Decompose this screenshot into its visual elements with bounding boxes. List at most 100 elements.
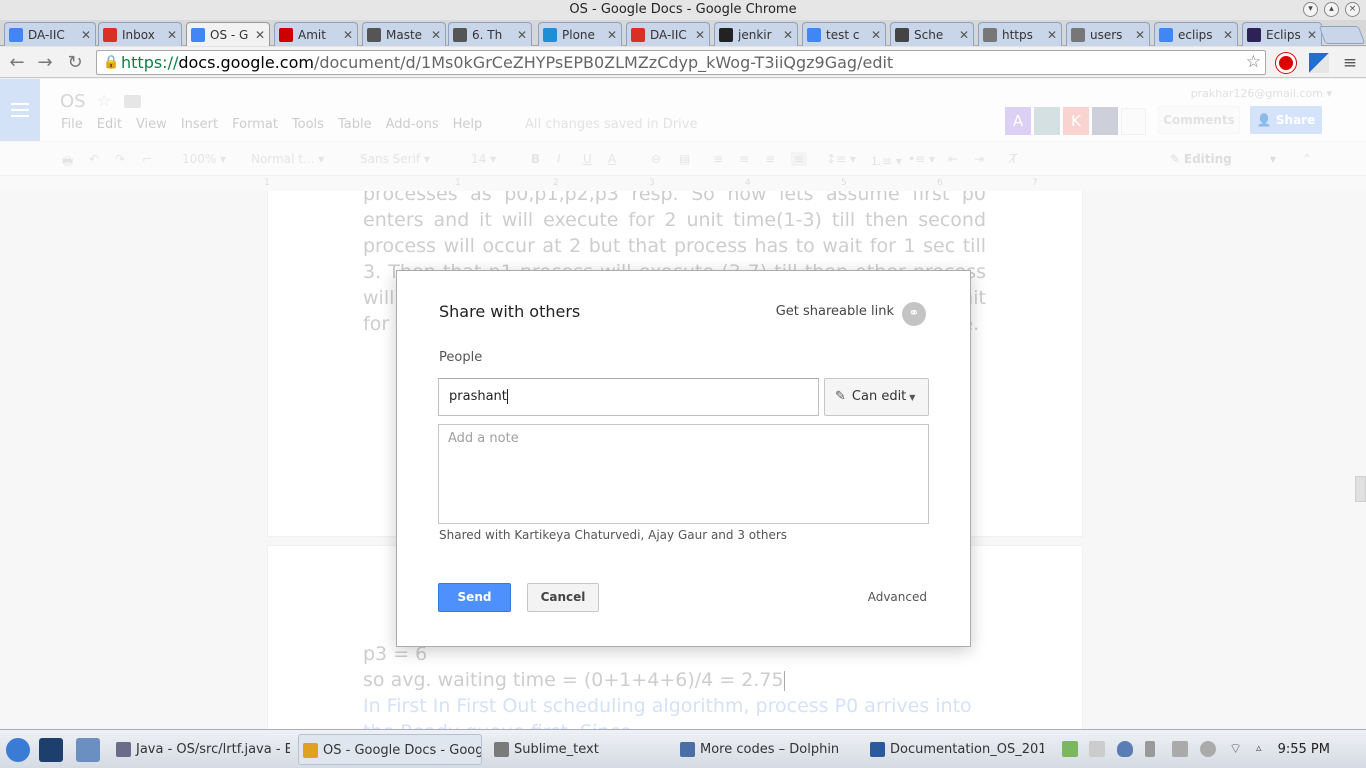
pencil-icon: ✎ bbox=[835, 389, 846, 404]
maximize-button[interactable]: ▴ bbox=[1324, 2, 1339, 17]
google-icon bbox=[9, 27, 23, 42]
permission-dropdown[interactable]: ✎ Can edit ▼ bbox=[824, 378, 929, 416]
task-label: OS - Google Docs - Goog bbox=[323, 743, 482, 758]
shared-with-text[interactable]: Shared with Kartikeya Chaturvedi, Ajay G… bbox=[439, 528, 787, 542]
chevron-down-icon: ▼ bbox=[909, 393, 916, 402]
tab-8[interactable]: jenkir ✕ bbox=[714, 22, 798, 46]
note-textarea[interactable]: Add a note bbox=[438, 424, 929, 524]
send-button[interactable]: Send bbox=[438, 583, 511, 612]
close-tab-icon[interactable]: ✕ bbox=[871, 28, 881, 42]
start-menu-icon[interactable] bbox=[6, 738, 30, 762]
youtube-icon bbox=[279, 27, 293, 42]
tab-label: jenkir bbox=[738, 27, 772, 42]
close-tab-icon[interactable]: ✕ bbox=[783, 28, 793, 42]
taskbar: Java - OS/src/lrtf.java - Ec OS - Google … bbox=[0, 729, 1366, 768]
clipboard-icon[interactable] bbox=[1089, 741, 1105, 757]
extension-icon[interactable] bbox=[1309, 53, 1329, 73]
task-label: Sublime_text bbox=[514, 742, 599, 757]
close-tab-icon[interactable]: ✕ bbox=[959, 28, 969, 42]
close-tab-icon[interactable]: ✕ bbox=[255, 28, 265, 42]
tab-3[interactable]: Amit ✕ bbox=[274, 22, 358, 46]
tab-9[interactable]: test c ✕ bbox=[802, 22, 886, 46]
taskbar-task[interactable]: Documentation_OS_2012 bbox=[866, 734, 1044, 765]
close-tab-icon[interactable]: ✕ bbox=[343, 28, 353, 42]
volume-icon[interactable] bbox=[1172, 741, 1188, 757]
close-tab-icon[interactable]: ✕ bbox=[167, 28, 177, 42]
url-host: docs.google.com bbox=[178, 53, 314, 72]
shareable-link-text: Get shareable link bbox=[775, 304, 894, 319]
link-icon[interactable]: ⚭ bbox=[902, 302, 926, 326]
back-icon[interactable]: ← bbox=[6, 52, 28, 74]
people-input[interactable]: prashant bbox=[438, 378, 819, 416]
close-tab-icon[interactable]: ✕ bbox=[517, 28, 527, 42]
tab-strip: DA-IIC ✕ Inbox ✕ OS - G ✕ Amit ✕ Maste ✕ 6. Th ✕ Plo… bbox=[0, 20, 1366, 46]
close-tab-icon[interactable]: ✕ bbox=[695, 28, 705, 42]
tab-4[interactable]: Maste ✕ bbox=[362, 22, 446, 46]
tab-14[interactable]: Eclips ✕ bbox=[1242, 22, 1322, 46]
close-tab-icon[interactable]: ✕ bbox=[1047, 28, 1057, 42]
close-tab-icon[interactable]: ✕ bbox=[1135, 28, 1145, 42]
tab-label: test c bbox=[826, 27, 860, 42]
new-tab-button[interactable] bbox=[1318, 26, 1366, 44]
tab-11[interactable]: https ✕ bbox=[978, 22, 1062, 46]
close-tab-icon[interactable]: ✕ bbox=[81, 28, 91, 42]
advanced-link[interactable]: Advanced bbox=[868, 590, 927, 604]
share-dialog: Share with others Get shareable link ⚭ P… bbox=[396, 270, 971, 647]
tab-label: https bbox=[1002, 27, 1033, 42]
tab-label: Amit bbox=[298, 27, 326, 42]
taskbar-task[interactable]: Java - OS/src/lrtf.java - Ec bbox=[112, 734, 290, 765]
tab-10[interactable]: Sche ✕ bbox=[890, 22, 974, 46]
taskbar-task[interactable]: Sublime_text bbox=[490, 734, 666, 765]
tab-label: users bbox=[1090, 27, 1123, 42]
tab-label: DA-IIC bbox=[650, 27, 687, 42]
forward-icon[interactable]: → bbox=[34, 52, 56, 74]
clock[interactable]: 9:55 PM bbox=[1278, 742, 1330, 757]
tray-expand-icon[interactable]: ▵ bbox=[1256, 741, 1272, 757]
tab-0[interactable]: DA-IIC ✕ bbox=[4, 22, 96, 46]
gmail-icon bbox=[103, 27, 117, 42]
tab-label: Maste bbox=[386, 27, 423, 42]
url-path: /document/d/1Ms0kGrCeZHYPsEPB0ZLMZzCdyp_… bbox=[313, 53, 894, 72]
wifi-icon[interactable]: ⌔ bbox=[1229, 741, 1245, 757]
tab-13[interactable]: eclips ✕ bbox=[1154, 22, 1238, 46]
battery-icon[interactable] bbox=[1145, 741, 1155, 757]
tab-label: Sche bbox=[914, 27, 944, 42]
reload-icon[interactable]: ↻ bbox=[64, 52, 86, 74]
tab-12[interactable]: users ✕ bbox=[1066, 22, 1150, 46]
chrome-menu-icon[interactable]: ≡ bbox=[1340, 53, 1360, 73]
tab-6[interactable]: Plone ✕ bbox=[538, 22, 622, 46]
cancel-button[interactable]: Cancel bbox=[527, 583, 599, 612]
scrollbar-thumb[interactable] bbox=[1355, 476, 1366, 502]
address-bar[interactable]: 🔒 https://docs.google.com/document/d/1Ms0… bbox=[96, 50, 1266, 75]
tab-5[interactable]: 6. Th ✕ bbox=[448, 22, 532, 46]
input-caret bbox=[506, 389, 508, 404]
close-window-button[interactable]: × bbox=[1345, 2, 1360, 17]
bookmark-star-icon[interactable]: ☆ bbox=[1246, 51, 1261, 74]
show-desktop-icon[interactable] bbox=[39, 738, 63, 762]
tab-label: eclips bbox=[1178, 27, 1213, 42]
tab-label: Plone bbox=[562, 27, 595, 42]
network-icon[interactable] bbox=[1200, 741, 1216, 757]
close-tab-icon[interactable]: ✕ bbox=[1307, 28, 1317, 42]
tab-7[interactable]: DA-IIC ✕ bbox=[626, 22, 710, 46]
window-title: OS - Google Docs - Google Chrome bbox=[569, 2, 797, 17]
people-input-value: prashant bbox=[449, 389, 507, 404]
tab-1[interactable]: Inbox ✕ bbox=[98, 22, 182, 46]
taskbar-task[interactable]: More codes – Dolphin bbox=[676, 734, 858, 765]
close-tab-icon[interactable]: ✕ bbox=[607, 28, 617, 42]
minimize-button[interactable]: ▾ bbox=[1303, 2, 1318, 17]
tray-app-icon[interactable] bbox=[1062, 741, 1078, 757]
github-icon bbox=[719, 27, 733, 42]
taskbar-task[interactable]: OS - Google Docs - Goog bbox=[298, 734, 482, 765]
people-label: People bbox=[439, 350, 483, 365]
tab-2[interactable]: OS - G ✕ bbox=[186, 22, 270, 46]
shield-icon[interactable] bbox=[1117, 741, 1133, 757]
close-tab-icon[interactable]: ✕ bbox=[1223, 28, 1233, 42]
adblock-icon[interactable] bbox=[1276, 53, 1296, 73]
file-manager-icon[interactable] bbox=[76, 738, 100, 762]
writer-icon bbox=[870, 742, 885, 757]
close-tab-icon[interactable]: ✕ bbox=[431, 28, 441, 42]
tab-label: 6. Th bbox=[472, 27, 503, 42]
permission-value: Can edit bbox=[851, 389, 907, 404]
eclipse-icon bbox=[116, 742, 131, 757]
